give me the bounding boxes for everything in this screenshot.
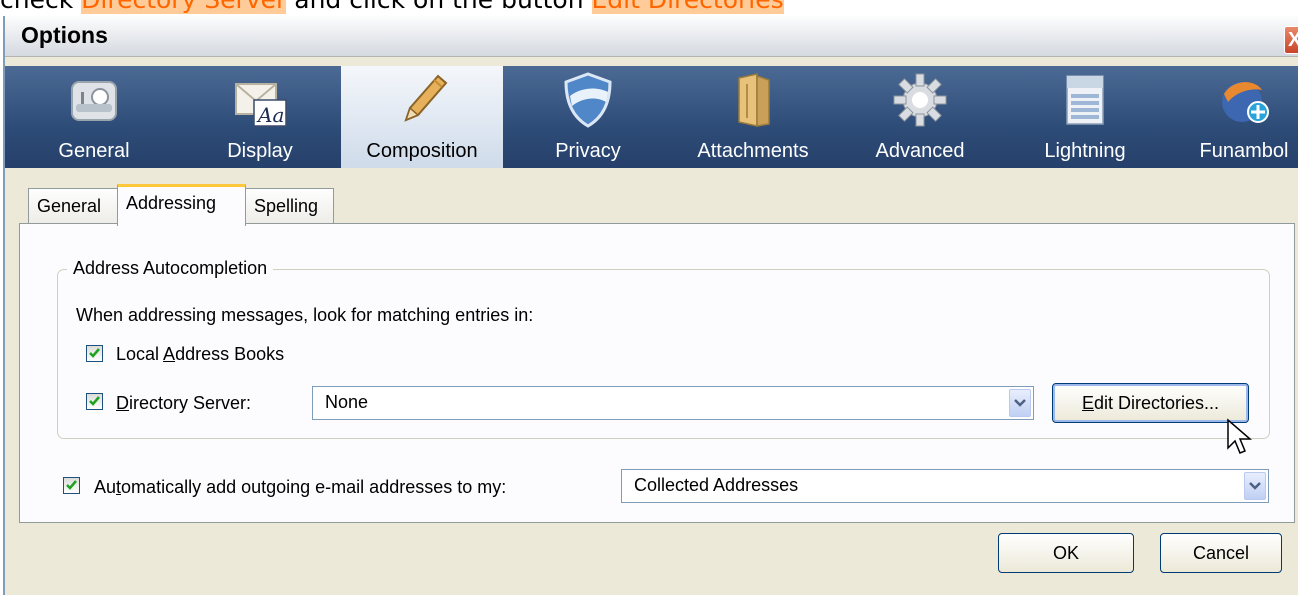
highlight-edit-directories: Edit Directories	[591, 0, 784, 14]
chevron-down-icon[interactable]	[1244, 472, 1266, 500]
auto-add-value: Collected Addresses	[634, 475, 799, 495]
gear-icon	[893, 73, 947, 127]
toolbar-item-composition[interactable]: Composition	[341, 66, 503, 168]
display-icon: Aa	[235, 83, 287, 127]
toolbar-label-privacy: Privacy	[555, 140, 621, 162]
window-title: Options	[21, 22, 108, 48]
general-icon	[71, 81, 117, 121]
tab-addressing[interactable]: Addressing	[117, 184, 246, 226]
edit-directories-button[interactable]: Edit Directories...	[1052, 383, 1249, 423]
cancel-button[interactable]: Cancel	[1160, 533, 1282, 573]
ok-button[interactable]: OK	[998, 533, 1134, 573]
checkmark-icon	[89, 348, 100, 358]
directory-server-label[interactable]: Directory Server:	[116, 392, 251, 414]
toolbar-label-lightning: Lightning	[1044, 140, 1126, 162]
toolbar-item-attachments[interactable]: Attachments	[683, 66, 823, 168]
instruction-text: check Directory Server and click on the …	[0, 0, 784, 14]
chevron-down-icon[interactable]	[1009, 389, 1031, 417]
toolbar-item-display[interactable]: Aa Display	[215, 66, 305, 168]
toolbar-item-general[interactable]: General	[49, 66, 139, 168]
toolbar-label-funambol: Funambol	[1199, 140, 1289, 162]
directory-server-value: None	[325, 392, 369, 412]
autocompletion-legend: Address Autocompletion	[67, 258, 274, 279]
shield-icon	[564, 72, 612, 128]
toolbar-label-attachments: Attachments	[697, 140, 809, 162]
autocompletion-description: When addressing messages, look for match…	[76, 305, 534, 325]
toolbar-label-advanced: Advanced	[875, 140, 965, 162]
svg-text:Aa: Aa	[256, 103, 284, 127]
tab-spelling[interactable]: Spelling	[245, 188, 334, 226]
category-toolbar: General Aa Display Composition Privacy A…	[5, 66, 1298, 168]
auto-add-label[interactable]: Automatically add outgoing e-mail addres…	[94, 476, 506, 498]
close-button[interactable]: X	[1284, 26, 1298, 54]
local-address-books-checkbox[interactable]	[86, 345, 103, 362]
toolbar-item-advanced[interactable]: Advanced	[865, 66, 975, 168]
toolbar-item-lightning[interactable]: Lightning	[1030, 66, 1140, 168]
title-bar[interactable]: Options X	[5, 16, 1298, 57]
toolbar-label-general: General	[58, 140, 130, 162]
mouse-cursor-icon	[1227, 418, 1253, 454]
auto-add-select[interactable]: Collected Addresses	[621, 469, 1269, 503]
local-address-books-label[interactable]: Local Address Books	[116, 343, 284, 365]
auto-add-checkbox[interactable]	[63, 477, 80, 494]
toolbar-label-display: Display	[227, 140, 293, 162]
checkmark-icon	[66, 480, 77, 490]
checkmark-icon	[89, 396, 100, 406]
tab-general[interactable]: General	[28, 188, 118, 226]
pencil-icon	[404, 74, 448, 122]
directory-server-checkbox[interactable]	[86, 393, 103, 410]
highlight-directory-server: Directory Server	[81, 0, 287, 14]
calendar-icon	[1066, 75, 1104, 125]
toolbar-label-composition: Composition	[366, 140, 478, 162]
funambol-icon	[1222, 82, 1269, 123]
toolbar-item-privacy[interactable]: Privacy	[538, 66, 638, 168]
folder-icon	[738, 73, 770, 127]
toolbar-item-funambol[interactable]: Funambol	[1193, 66, 1295, 168]
directory-server-select[interactable]: None	[312, 386, 1034, 420]
